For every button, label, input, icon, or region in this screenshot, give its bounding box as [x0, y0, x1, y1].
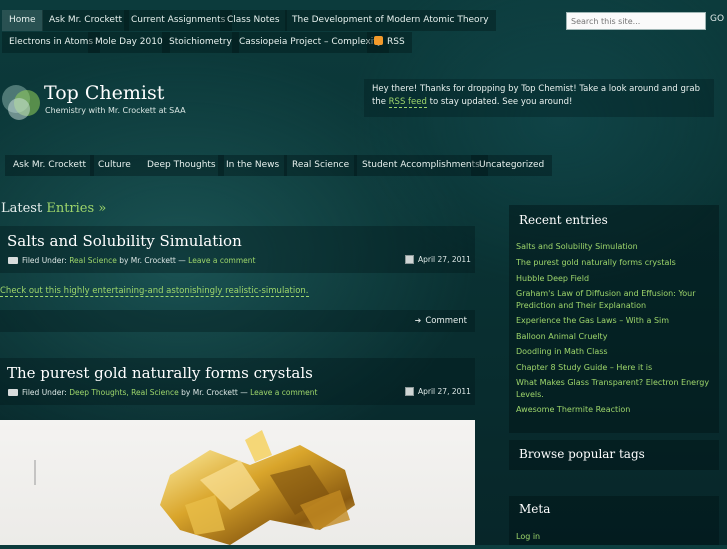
- category-real-science[interactable]: Real Science: [284, 155, 358, 176]
- nav-atomic-theory[interactable]: The Development of Modern Atomic Theory: [285, 10, 496, 31]
- leave-comment-link[interactable]: Leave a comment: [250, 388, 317, 397]
- nav-current-assignments[interactable]: Current Assignments: [124, 10, 233, 31]
- post-date: April 27, 2011: [405, 255, 471, 264]
- post-author: by Mr. Crockett —: [119, 256, 186, 265]
- recent-entry-link[interactable]: Salts and Solubility Simulation: [516, 241, 716, 253]
- category-uncategorized[interactable]: Uncategorized: [471, 155, 553, 176]
- latest-word: Entries: [46, 201, 95, 216]
- recent-entry-link[interactable]: Doodling in Math Class: [516, 346, 716, 358]
- nav-rss[interactable]: RSS: [367, 32, 412, 53]
- post-title[interactable]: Salts and Solubility Simulation: [7, 232, 242, 250]
- recent-entries-title: Recent entries: [519, 213, 608, 227]
- post-meta: Filed Under: Deep Thoughts, Real Science…: [8, 388, 317, 397]
- post-date: April 27, 2011: [405, 387, 471, 396]
- category-in-the-news[interactable]: In the News: [218, 155, 288, 176]
- nav-class-notes[interactable]: Class Notes: [220, 10, 287, 31]
- latest-arrow: »: [98, 201, 107, 216]
- nav-stoichiometry[interactable]: Stoichiometry: [162, 32, 239, 53]
- post-title[interactable]: The purest gold naturally forms crystals: [7, 364, 313, 382]
- rss-icon: [374, 36, 383, 45]
- folder-icon: [8, 389, 18, 396]
- post-meta: Filed Under: Real Science by Mr. Crocket…: [8, 256, 255, 265]
- nav-home[interactable]: Home: [2, 10, 43, 31]
- recent-entry-link[interactable]: Hubble Deep Field: [516, 273, 716, 285]
- calendar-icon: [405, 255, 414, 264]
- recent-entry-link[interactable]: The purest gold naturally forms crystals: [516, 257, 716, 269]
- recent-entry-link[interactable]: Balloon Animal Cruelty: [516, 331, 716, 343]
- search-input[interactable]: [566, 12, 706, 30]
- latest-prefix: Latest: [1, 201, 43, 216]
- recent-entry-link[interactable]: Awesome Thermite Reaction: [516, 404, 716, 416]
- meta-title: Meta: [519, 502, 551, 516]
- calendar-icon: [405, 387, 414, 396]
- nav-ask-mr-crockett[interactable]: Ask Mr. Crockett: [42, 10, 130, 31]
- recent-entry-link[interactable]: Graham's Law of Diffusion and Effusion: …: [516, 288, 716, 312]
- filed-label: Filed Under:: [22, 388, 67, 397]
- post-date-text: April 27, 2011: [418, 255, 471, 264]
- logo-circle-icon: [8, 98, 30, 120]
- leave-comment-link[interactable]: Leave a comment: [188, 256, 255, 265]
- rss-feed-link[interactable]: RSS feed: [388, 97, 427, 108]
- filed-label: Filed Under:: [22, 256, 67, 265]
- category-culture[interactable]: Culture: [90, 155, 139, 176]
- comment-button[interactable]: ➜ Comment: [415, 316, 467, 326]
- post-excerpt: Check out this highly entertaining-and a…: [0, 286, 309, 297]
- post-date-text: April 27, 2011: [418, 387, 471, 396]
- search-button[interactable]: GO: [710, 14, 724, 24]
- comment-button-label: Comment: [425, 316, 467, 326]
- post-category-link[interactable]: Deep Thoughts, Real Science: [69, 388, 179, 397]
- nav-mole-day[interactable]: Mole Day 2010: [88, 32, 170, 53]
- welcome-message: Hey there! Thanks for dropping by Top Ch…: [364, 79, 714, 117]
- recent-entry-link[interactable]: What Makes Glass Transparent? Electron E…: [516, 377, 716, 401]
- nav-electrons-in-atoms[interactable]: Electrons in Atoms: [2, 32, 101, 53]
- folder-icon: [8, 257, 18, 264]
- nav-rss-label: RSS: [387, 37, 405, 47]
- category-deep-thoughts[interactable]: Deep Thoughts: [139, 155, 224, 176]
- post-body-link[interactable]: Check out this highly entertaining-and a…: [0, 286, 309, 297]
- popular-tags-title: Browse popular tags: [519, 447, 645, 461]
- site-tagline: Chemistry with Mr. Crockett at SAA: [45, 106, 186, 115]
- category-student-accomplishments[interactable]: Student Accomplishments: [354, 155, 488, 176]
- post-category-link[interactable]: Real Science: [69, 256, 117, 265]
- category-ask-mr-crockett[interactable]: Ask Mr. Crockett: [5, 155, 95, 176]
- recent-entry-link[interactable]: Chapter 8 Study Guide – Here it is: [516, 362, 716, 374]
- welcome-text-end: to stay updated. See you around!: [426, 97, 573, 107]
- nav-cassiopeia[interactable]: Cassiopeia Project – Complexity: [232, 32, 390, 53]
- latest-entries-heading: Latest Entries »: [1, 201, 106, 216]
- post-footer: ➜ Comment: [0, 310, 475, 332]
- site-title[interactable]: Top Chemist: [44, 82, 164, 104]
- post-image-gold-crystals: [0, 420, 475, 545]
- post-author: by Mr. Crockett —: [181, 388, 248, 397]
- login-link[interactable]: Log in: [516, 531, 716, 543]
- recent-entry-link[interactable]: Experience the Gas Laws – With a Sim: [516, 315, 716, 327]
- gold-crystal-illustration: [34, 430, 355, 545]
- arrow-right-icon: ➜: [414, 316, 422, 325]
